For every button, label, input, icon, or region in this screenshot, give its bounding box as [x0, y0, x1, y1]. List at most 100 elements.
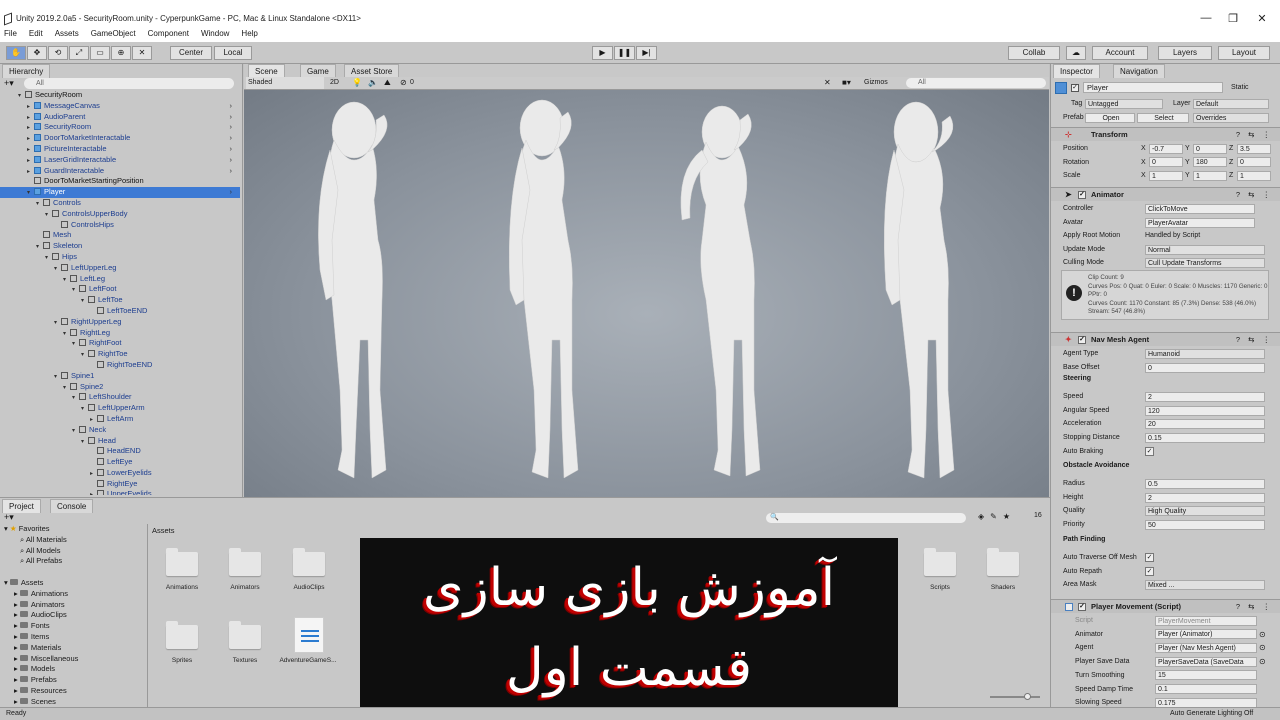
update-mode-dropdown[interactable]: Normal [1145, 244, 1265, 255]
radius-field[interactable]: 0.5 [1145, 478, 1265, 489]
position-field[interactable]: -0.7 [1149, 143, 1183, 154]
hierarchy-item[interactable]: ▸ LeftArm [0, 414, 240, 425]
layer-dropdown[interactable]: Default [1193, 98, 1269, 109]
collab-dropdown[interactable]: Collab [1008, 46, 1060, 60]
object-picker-icon[interactable]: ⊙ [1259, 641, 1266, 654]
agent-field[interactable]: Player (Nav Mesh Agent) [1155, 642, 1257, 653]
culling-mode-dropdown[interactable]: Cull Update Transforms [1145, 257, 1265, 268]
hierarchy-item[interactable]: ▾ Skeleton [0, 241, 240, 252]
player-movement-header[interactable]: ✓ Player Movement (Script) ? ⇆ ⋮ [1051, 599, 1280, 613]
hierarchy-item[interactable]: ▾ RightToe [0, 349, 240, 360]
play-button[interactable]: ▶ [592, 46, 613, 60]
lighting-icon[interactable]: 💡 [352, 77, 362, 89]
position-field[interactable]: 0 [1193, 143, 1227, 154]
folder-item[interactable]: ▸ Animations [0, 589, 147, 600]
hierarchy-item[interactable]: ▾ Spine1 [0, 371, 240, 382]
menu-gameobject[interactable]: GameObject [91, 29, 136, 42]
layout-dropdown[interactable]: Layout [1218, 46, 1270, 60]
hidden-objects-icon[interactable]: ⊘ [400, 77, 407, 89]
hierarchy-item[interactable]: HeadEND [0, 446, 240, 457]
hierarchy-item[interactable]: ▾ ControlsUpperBody [0, 209, 240, 220]
scene-search-input[interactable]: All [906, 78, 1046, 88]
step-button[interactable]: ▶| [636, 46, 657, 60]
hierarchy-item[interactable]: ▾ Player › [0, 187, 240, 198]
hierarchy-item[interactable]: ▾ Hips [0, 252, 240, 263]
hand-tool-button[interactable]: ✋ [6, 46, 26, 60]
expand-arrow-icon[interactable]: ▸ [14, 600, 20, 609]
component-menu-icons[interactable]: ? ⇆ ⋮ [1236, 188, 1273, 202]
asset-folder-tile[interactable]: Textures [215, 607, 275, 669]
folder-item[interactable]: ▸ Miscellaneous [0, 654, 147, 665]
expand-arrow-icon[interactable]: ▸ [14, 686, 20, 695]
quality-dropdown[interactable]: High Quality [1145, 505, 1265, 516]
folder-item[interactable]: ▸ Models [0, 664, 147, 675]
hierarchy-item[interactable]: ▾ LeftShoulder [0, 392, 240, 403]
slowing-field[interactable]: 0.175 [1155, 697, 1257, 707]
close-button[interactable]: ✕ [1252, 12, 1272, 25]
audio-icon[interactable]: 🔈 [368, 77, 378, 89]
expand-arrow-icon[interactable]: ▸ [14, 675, 20, 684]
area-dropdown[interactable]: Mixed ... [1145, 579, 1265, 590]
favorite-item[interactable]: ⌕ All Prefabs [0, 556, 147, 567]
scale-field[interactable]: 1 [1193, 170, 1227, 181]
icon-size-slider[interactable] [990, 693, 1040, 700]
player-movement-enabled-checkbox[interactable]: ✓ [1078, 603, 1086, 611]
menu-assets[interactable]: Assets [55, 29, 79, 42]
asset-folder-tile[interactable]: Sprites [152, 607, 212, 669]
favorite-item[interactable]: ⌕ All Models [0, 546, 147, 557]
tab-game[interactable]: Game [300, 64, 336, 78]
animator-enabled-checkbox[interactable]: ✓ [1078, 191, 1086, 199]
object-picker-icon[interactable]: ⊙ [1259, 628, 1266, 641]
position-field[interactable]: 3.5 [1237, 143, 1271, 154]
rotation-field[interactable]: 180 [1193, 157, 1227, 167]
active-checkbox[interactable]: ✓ [1071, 84, 1079, 92]
hierarchy-item[interactable]: RightEye [0, 479, 240, 490]
hierarchy-item[interactable]: ▸ DoorToMarketInteractable › [0, 133, 240, 144]
expand-arrow-icon[interactable]: ▸ [14, 643, 20, 652]
camera-icon[interactable]: ■▾ [842, 77, 851, 89]
tab-project[interactable]: Project [2, 499, 41, 513]
navmesh-enabled-checkbox[interactable]: ✓ [1078, 336, 1086, 344]
hierarchy-item[interactable]: ControlsHips [0, 220, 240, 231]
rotation-field[interactable]: 0 [1237, 157, 1271, 167]
tab-navigation[interactable]: Navigation [1113, 64, 1165, 78]
expand-arrow-icon[interactable]: ▸ [14, 621, 20, 630]
pivot-center-button[interactable]: Center [170, 46, 212, 60]
static-dropdown[interactable]: Static [1231, 82, 1249, 93]
hierarchy-item[interactable]: ▾ Neck [0, 425, 240, 436]
animator-field[interactable]: Player (Animator) [1155, 629, 1257, 640]
open-prefab-arrow-icon[interactable]: › [230, 155, 233, 166]
custom-tool-button[interactable]: ✕ [132, 46, 152, 60]
favorites-item[interactable]: ▾ ★ Favorites [0, 524, 147, 535]
hierarchy-item[interactable]: ▸ LaserGridInteractable › [0, 155, 240, 166]
hierarchy-search-input[interactable]: All [24, 78, 234, 89]
transform-tool-button[interactable]: ⊕ [111, 46, 131, 60]
accel-field[interactable]: 20 [1145, 418, 1265, 429]
open-prefab-arrow-icon[interactable]: › [230, 133, 233, 144]
scene-viewport[interactable] [244, 90, 1049, 497]
tag-dropdown[interactable]: Untagged [1085, 98, 1163, 109]
hierarchy-item[interactable]: ▾ Controls [0, 198, 240, 209]
animator-header[interactable]: ➤ ✓ Animator ? ⇆ ⋮ [1051, 187, 1280, 201]
project-create-icon[interactable]: +▾ [4, 512, 14, 523]
favorite-item[interactable]: ⌕ All Materials [0, 535, 147, 546]
open-prefab-arrow-icon[interactable]: › [230, 166, 233, 177]
scale-tool-button[interactable]: ⤢ [69, 46, 89, 60]
hierarchy-item[interactable]: ▾ SecurityRoom [0, 90, 240, 101]
hierarchy-item[interactable]: ▸ PictureInteractable › [0, 144, 240, 155]
prefab-open-button[interactable]: Open [1085, 112, 1135, 123]
priority-field[interactable]: 50 [1145, 519, 1265, 530]
component-menu-icons[interactable]: ? ⇆ ⋮ [1236, 600, 1273, 614]
hierarchy-item[interactable]: ▸ LowerEyelids [0, 468, 240, 479]
folder-item[interactable]: ▸ Items [0, 632, 147, 643]
hierarchy-item[interactable]: DoorToMarketStartingPosition [0, 176, 240, 187]
traverse-checkbox[interactable]: ✓ [1145, 553, 1154, 562]
asset-script-tile[interactable]: AdventureGameS... [278, 607, 338, 669]
hierarchy-item[interactable]: ▾ LeftLeg [0, 274, 240, 285]
object-name-field[interactable]: Player [1083, 82, 1223, 93]
rect-tool-button[interactable]: ▭ [90, 46, 110, 60]
component-menu-icons[interactable]: ? ⇆ ⋮ [1236, 333, 1273, 347]
expand-arrow-icon[interactable]: ▾ [4, 578, 10, 587]
tab-hierarchy[interactable]: Hierarchy [2, 64, 51, 78]
speed-field[interactable]: 2 [1145, 391, 1265, 402]
